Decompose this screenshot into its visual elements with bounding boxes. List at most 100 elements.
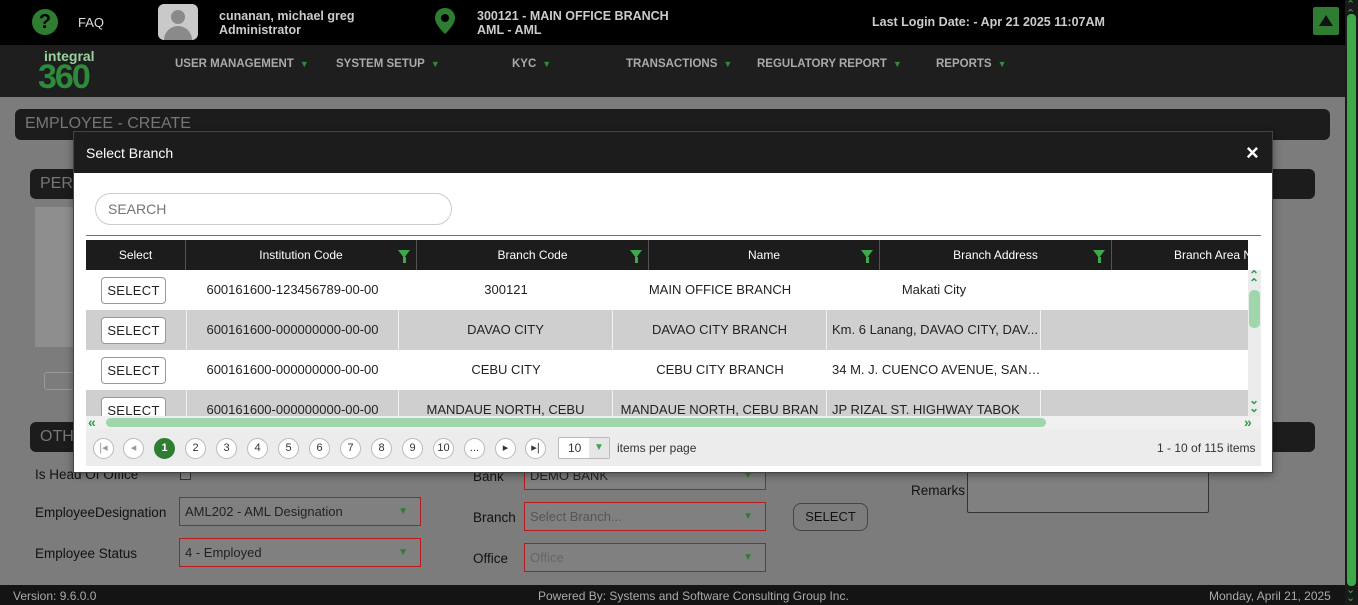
scroll-up-icon[interactable]: ⌃⌃ [1249, 269, 1259, 289]
status-label: Employee Status [35, 546, 138, 561]
column-branch-area[interactable]: Branch Area Na [1112, 240, 1248, 270]
caret-down-icon: ▼ [892, 59, 902, 69]
help-icon[interactable]: ? [32, 9, 58, 35]
designation-select[interactable]: AML202 - AML Designation ▼ [179, 497, 421, 526]
scroll-top-button[interactable] [1313, 7, 1339, 35]
nav-regulatory-report[interactable]: REGULATORY REPORT ▼ [757, 58, 902, 70]
branch-placeholder: Select Branch... [530, 509, 622, 524]
remarks-textarea[interactable] [967, 469, 1209, 513]
page-button[interactable]: 7 [340, 438, 361, 459]
pager-summary: 1 - 10 of 115 items [1157, 441, 1256, 455]
nav-bar: integral 360 USER MANAGEMENT ▼ SYSTEM SET… [0, 45, 1345, 97]
table-vertical-scrollbar[interactable]: ⌃ ⌃ ⌄ ⌄ [1248, 269, 1261, 416]
nav-reports[interactable]: REPORTS ▼ [936, 58, 1007, 70]
nav-system-setup[interactable]: SYSTEM SETUP ▼ [336, 58, 440, 70]
avatar[interactable] [158, 4, 198, 40]
search-input[interactable] [95, 193, 452, 225]
scroll-right-icon[interactable]: » [1244, 414, 1252, 430]
dropdown-arrow-icon: ▼ [398, 506, 408, 517]
cell-branch-code: DAVAO CITY [399, 310, 613, 350]
page-button[interactable]: 3 [216, 438, 237, 459]
arrow-up-icon [1319, 15, 1333, 26]
page-scrollbar[interactable]: ⌃⌃ ⌄⌄ [1345, 0, 1358, 605]
cell-institution-code: 600161600-000000000-00-00 [186, 390, 399, 416]
cell-address: Makati City [901, 282, 967, 297]
page-button[interactable]: 2 [185, 438, 206, 459]
caret-down-icon: ▼ [723, 59, 733, 69]
scrollbar-thumb[interactable] [1347, 14, 1356, 586]
user-name: cunanan, michael greg [219, 9, 355, 23]
designation-label: EmployeeDesignation [35, 505, 167, 520]
page-button[interactable]: 1 [154, 438, 175, 459]
branch-select[interactable]: Select Branch... ▼ [524, 502, 766, 531]
cell-address: JP RIZAL ST. HIGHWAY TABOK [827, 390, 1041, 416]
filter-icon[interactable] [398, 250, 410, 263]
table-row[interactable]: SELECT 600161600-123456789-00-00 300121 … [86, 270, 1248, 310]
column-branch-address[interactable]: Branch Address [880, 240, 1112, 270]
logo[interactable]: integral 360 [38, 48, 108, 96]
scroll-down-icon[interactable]: ⌄ ⌄ [1346, 585, 1355, 604]
page-size-select[interactable]: 10 ▼ [558, 437, 610, 459]
filter-icon[interactable] [1093, 250, 1105, 263]
photo-upload-button[interactable] [44, 372, 74, 390]
filter-icon[interactable] [630, 250, 642, 263]
page-button[interactable]: 6 [309, 438, 330, 459]
dropdown-arrow-icon: ▼ [743, 552, 753, 563]
last-page-icon[interactable]: ▸| [525, 438, 546, 459]
office-select[interactable]: Office ▼ [524, 543, 766, 572]
column-label: Institution Code [259, 248, 343, 262]
nav-kyc[interactable]: KYC ▼ [512, 58, 551, 70]
table-row[interactable]: SELECT 600161600-000000000-00-00 CEBU CI… [86, 350, 1248, 390]
filter-icon[interactable] [861, 250, 873, 263]
remarks-label: Remarks [911, 483, 966, 498]
page-button[interactable]: 4 [247, 438, 268, 459]
user-role: Administrator [219, 23, 301, 37]
column-name[interactable]: Name [649, 240, 880, 270]
scroll-left-icon[interactable]: « [88, 414, 95, 430]
table-body: SELECT 600161600-123456789-00-00 300121 … [86, 270, 1248, 416]
close-icon[interactable]: × [1246, 140, 1259, 166]
page-button[interactable]: 5 [278, 438, 299, 459]
logo-number: 360 [38, 58, 91, 96]
next-page-icon[interactable]: ▸ [495, 438, 516, 459]
branch-select-button[interactable]: SELECT [793, 503, 868, 531]
prev-page-icon[interactable]: ◂ [123, 438, 144, 459]
scrollbar-thumb[interactable] [106, 418, 1046, 427]
row-select-button[interactable]: SELECT [101, 357, 166, 384]
column-select[interactable]: Select [86, 240, 186, 270]
row-select-button[interactable]: SELECT [101, 317, 166, 344]
page-button[interactable]: 9 [402, 438, 423, 459]
cell-branch-code: CEBU CITY [471, 362, 541, 377]
nav-label: REGULATORY REPORT [757, 58, 887, 70]
cell-address: Km. 6 Lanang, DAVAO CITY, DAV... [827, 310, 1041, 350]
branch-line1: 300121 - MAIN OFFICE BRANCH [477, 9, 669, 23]
table-row[interactable]: SELECT 600161600-000000000-00-00 DAVAO C… [86, 310, 1248, 350]
cell-branch-code: MANDAUE NORTH, CEBU [399, 390, 613, 416]
column-branch-code[interactable]: Branch Code [417, 240, 649, 270]
column-label: Select [118, 248, 153, 262]
caret-down-icon: ▼ [997, 59, 1007, 69]
table-horizontal-scrollbar[interactable]: « » [86, 414, 1261, 430]
cell-institution-code: 600161600-000000000-00-00 [206, 362, 379, 377]
more-pages-button[interactable]: ... [464, 438, 485, 459]
cell-institution-code: 600161600-123456789-00-00 [206, 282, 379, 297]
nav-transactions[interactable]: TRANSACTIONS ▼ [626, 58, 732, 70]
dropdown-arrow-icon: ▼ [589, 438, 609, 458]
row-select-button[interactable]: SELECT [101, 277, 166, 304]
row-select-button[interactable]: SELECT [101, 397, 166, 416]
scroll-down-icon[interactable]: ⌄ ⌄ [1249, 394, 1259, 414]
page-button[interactable]: 8 [371, 438, 392, 459]
page-button[interactable]: 10 [433, 438, 454, 459]
office-label: Office [473, 551, 509, 566]
scrollbar-thumb[interactable] [1249, 290, 1260, 328]
first-page-icon[interactable]: |◂ [93, 438, 114, 459]
table-row[interactable]: SELECT 600161600-000000000-00-00 MANDAUE… [86, 390, 1248, 416]
select-button-label: SELECT [805, 509, 856, 524]
cell-name: CEBU CITY BRANCH [656, 362, 784, 377]
footer: Version: 9.6.0.0 Powered By: Systems and… [0, 585, 1358, 605]
nav-user-management[interactable]: USER MANAGEMENT ▼ [175, 58, 309, 70]
faq-link[interactable]: FAQ [78, 15, 104, 30]
column-institution-code[interactable]: Institution Code [186, 240, 417, 270]
status-select[interactable]: 4 - Employed ▼ [179, 538, 421, 567]
location-pin-icon [435, 8, 455, 34]
